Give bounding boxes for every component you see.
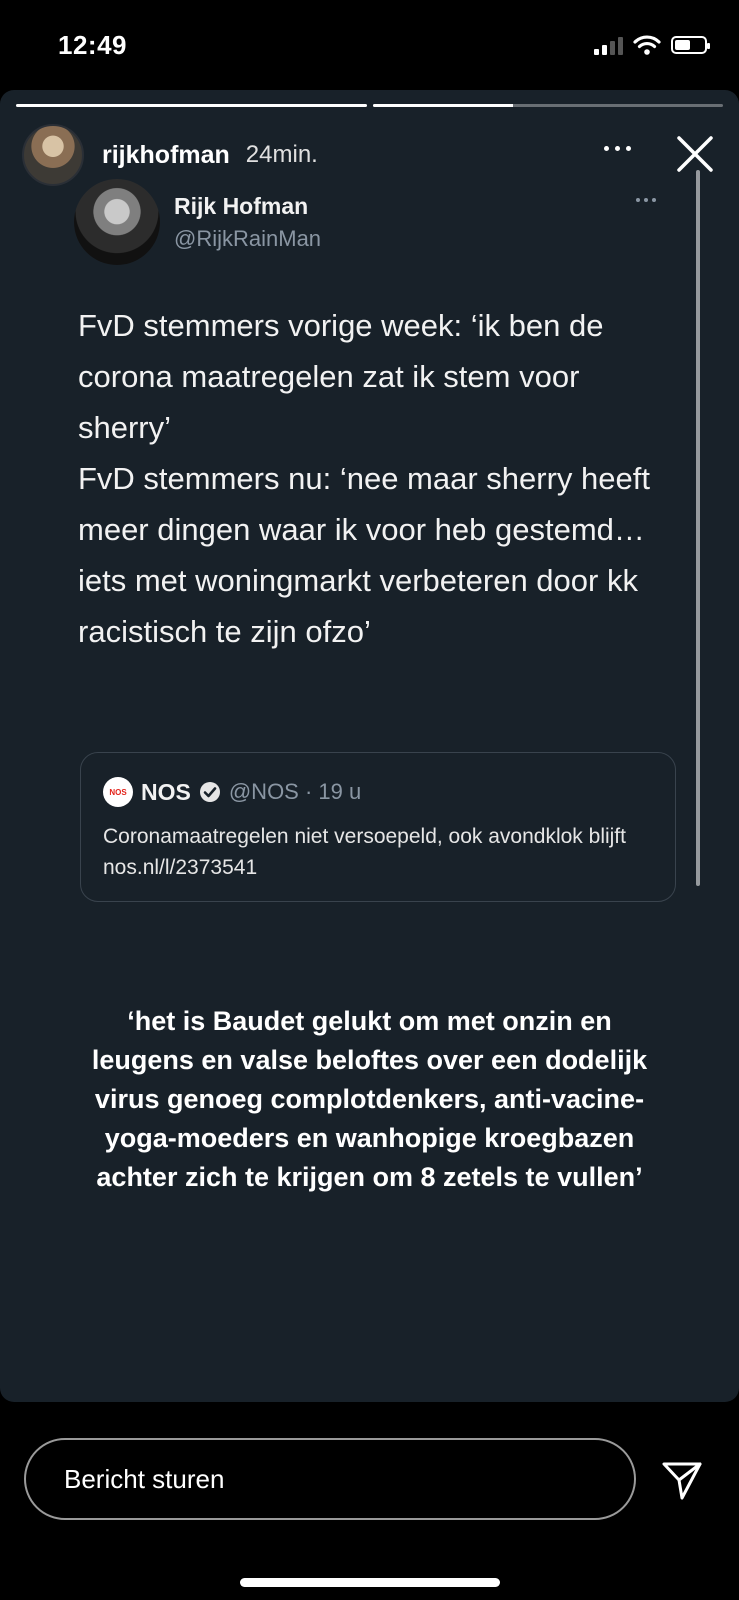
home-indicator	[240, 1578, 500, 1587]
status-bar: 12:49	[0, 0, 739, 90]
close-icon[interactable]	[673, 132, 717, 176]
story-progress	[16, 104, 723, 107]
quoted-tweet-header: NOS NOS @NOS · 19 u	[103, 777, 653, 807]
progress-segment	[16, 104, 367, 107]
wifi-icon	[633, 35, 661, 55]
quoted-author-handle: @NOS · 19 u	[228, 779, 362, 804]
reply-bar	[0, 1402, 739, 1600]
progress-segment	[372, 104, 723, 107]
verified-icon	[199, 782, 220, 802]
quoted-tweet: NOS NOS @NOS · 19 u Coronamaatregelen ni…	[80, 752, 676, 902]
nos-logo: NOS	[103, 777, 133, 807]
progress-fill	[372, 104, 513, 107]
story-caption: ‘het is Baudet gelukt om met onzin en le…	[91, 1006, 648, 1192]
signal-icon	[594, 35, 623, 55]
story-card[interactable]: rijkhofman 24min. Rijk Hofman @RijkRainM…	[0, 90, 739, 1402]
tweet-author-name: Rijk Hofman	[174, 192, 309, 219]
story-time-ago: 24min.	[245, 141, 318, 168]
tweet-author-handle: @RijkRainMan	[174, 225, 322, 251]
more-icon[interactable]	[604, 146, 631, 151]
tweet-avatar	[74, 179, 160, 265]
send-icon[interactable]	[660, 1458, 704, 1502]
progress-fill	[16, 104, 367, 107]
tweet-text: FvD stemmers vorige week: ‘ik ben de cor…	[78, 308, 650, 649]
quoted-author-name: NOS	[141, 778, 191, 805]
scroll-indicator	[696, 170, 700, 886]
tweet-header: Rijk Hofman @RijkRainMan	[74, 176, 684, 268]
tweet-card: Rijk Hofman @RijkRainMan	[74, 176, 684, 268]
status-time: 12:49	[58, 30, 127, 60]
message-input[interactable]	[24, 1438, 636, 1520]
battery-icon	[671, 36, 710, 54]
status-icons	[594, 34, 710, 56]
tweet-more-icon	[636, 198, 656, 202]
story-username[interactable]: rijkhofman	[102, 141, 230, 170]
quoted-tweet-text: Coronamaatregelen niet versoepeld, ook a…	[103, 825, 626, 879]
